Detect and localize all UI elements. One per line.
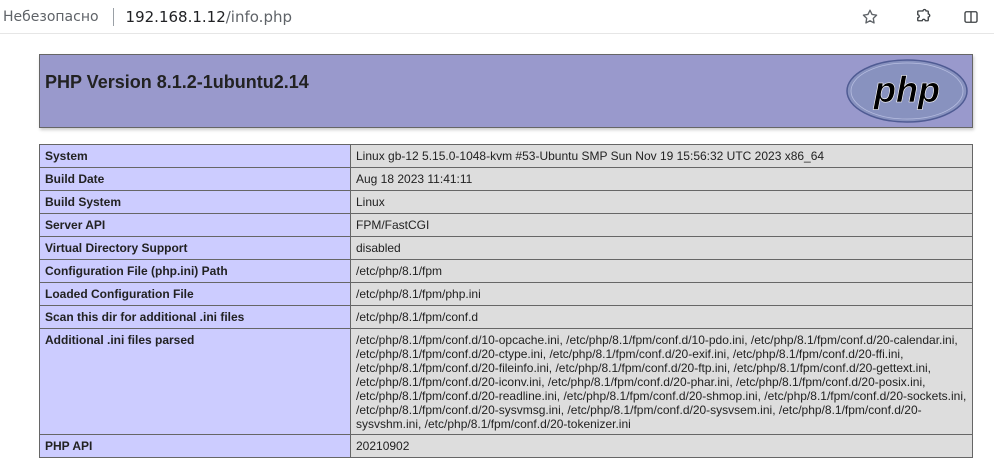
address-bar[interactable]: Небезопасно 192.168.1.12/info.php bbox=[0, 0, 994, 34]
table-row: PHP API 20210902 bbox=[39, 434, 973, 458]
extensions-icon[interactable] bbox=[912, 6, 934, 28]
url-text[interactable]: 192.168.1.12/info.php bbox=[126, 8, 292, 26]
table-row: Loaded Configuration File/etc/php/8.1/fp… bbox=[39, 282, 973, 306]
row-value: /etc/php/8.1/fpm/conf.d/10-opcache.ini, … bbox=[350, 328, 973, 435]
row-value: 20210902 bbox=[350, 434, 973, 458]
row-key: Loaded Configuration File bbox=[39, 282, 351, 306]
row-value: /etc/php/8.1/fpm bbox=[350, 259, 973, 283]
php-version-header: PHP Version 8.1.2-1ubuntu2.14 php bbox=[39, 54, 973, 128]
split-view-icon[interactable] bbox=[960, 6, 982, 28]
row-key: PHP API bbox=[39, 434, 351, 458]
address-separator bbox=[112, 7, 114, 26]
row-key: Configuration File (php.ini) Path bbox=[39, 259, 351, 283]
row-key: Additional .ini files parsed bbox=[39, 328, 351, 435]
info-table: System Linux gb-12 5.15.0-1048-kvm #53-Ub… bbox=[39, 144, 973, 458]
row-value: Linux gb-12 5.15.0-1048-kvm #53-Ubuntu S… bbox=[350, 144, 973, 168]
table-row: Virtual Directory Support disabled bbox=[39, 236, 973, 260]
row-key: Scan this dir for additional .ini files bbox=[39, 305, 351, 329]
row-value: Linux bbox=[350, 190, 973, 214]
row-value: Aug 18 2023 11:41:11 bbox=[350, 167, 973, 191]
php-logo-text: php bbox=[873, 69, 940, 110]
table-row: System Linux gb-12 5.15.0-1048-kvm #53-Ub… bbox=[39, 144, 973, 168]
row-key: System bbox=[39, 144, 351, 168]
row-value: /etc/php/8.1/fpm/conf.d bbox=[350, 305, 973, 329]
security-indicator[interactable]: Небезопасно bbox=[3, 9, 99, 25]
row-value: disabled bbox=[350, 236, 973, 260]
table-row: Configuration File (php.ini) Path/etc/ph… bbox=[39, 259, 973, 283]
url-path: /info.php bbox=[225, 7, 292, 26]
row-value: FPM/FastCGI bbox=[350, 213, 973, 237]
row-key: Virtual Directory Support bbox=[39, 236, 351, 260]
table-row: Build Date Aug 18 2023 11:41:11 bbox=[39, 167, 973, 191]
row-value: /etc/php/8.1/fpm/php.ini bbox=[350, 282, 973, 306]
page-title: PHP Version 8.1.2-1ubuntu2.14 bbox=[45, 72, 309, 92]
url-host: 192.168.1.12 bbox=[125, 7, 226, 26]
star-icon[interactable] bbox=[859, 6, 881, 28]
row-key: Build System bbox=[39, 190, 351, 214]
php-logo[interactable]: php bbox=[846, 59, 968, 128]
table-row: Server API FPM/FastCGI bbox=[39, 213, 973, 237]
table-row: Additional .ini files parsed/etc/php/8.1… bbox=[39, 328, 973, 435]
row-key: Server API bbox=[39, 213, 351, 237]
table-row: Scan this dir for additional .ini files /… bbox=[39, 305, 973, 329]
table-row: Build System Linux bbox=[39, 190, 973, 214]
row-key: Build Date bbox=[39, 167, 351, 191]
